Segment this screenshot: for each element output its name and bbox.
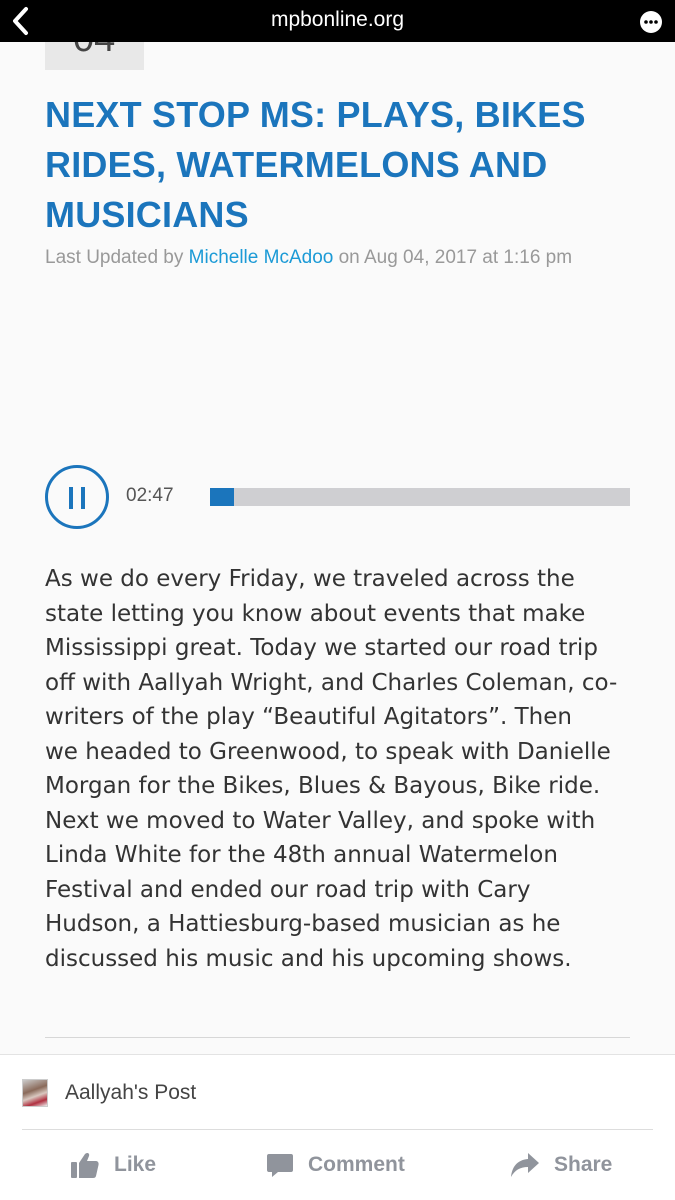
byline-date: on Aug 04, 2017 at 1:16 pm: [338, 247, 573, 268]
more-options-icon[interactable]: [639, 10, 663, 34]
body-line: Next we moved to Water Valley, and spoke…: [45, 807, 596, 834]
action-divider: [22, 1129, 653, 1130]
body-line: state letting you know about events that…: [45, 600, 586, 627]
article-title: NEXT STOP MS: PLAYS, BIKES RIDES, WATERM…: [45, 90, 645, 240]
post-author-thumbnail: [22, 1079, 48, 1107]
audio-elapsed-time: 02:47: [126, 485, 174, 506]
share-label: Share: [554, 1153, 613, 1176]
post-label: Aallyah's Post: [65, 1081, 197, 1104]
like-label: Like: [114, 1153, 157, 1176]
like-button[interactable]: Like: [70, 1150, 156, 1180]
body-line: As we do every Friday, we traveled acros…: [45, 566, 575, 592]
url-display[interactable]: mpbonline.org: [0, 8, 675, 32]
browser-top-bar: mpbonline.org: [0, 0, 675, 42]
body-line: we headed to Greenwood, to speak with Da…: [45, 738, 611, 765]
body-line: discussed his music and his upcoming sho…: [45, 945, 572, 972]
title-line: RIDES, WATERMELONS AND: [45, 144, 548, 185]
body-line: off with Aallyah Wright, and Charles Col…: [45, 669, 618, 696]
facebook-action-bar: Aallyah's Post Like Comment Share: [0, 1054, 675, 1200]
byline-prefix: Last Updated by: [45, 247, 184, 268]
pause-icon-bar: [81, 487, 85, 509]
title-line: NEXT STOP MS: PLAYS, BIKES: [45, 94, 586, 135]
share-button[interactable]: Share: [510, 1150, 612, 1180]
body-line: writers of the play “Beautiful Agitators…: [45, 704, 572, 730]
audio-player: 02:47: [45, 465, 630, 529]
audio-progress-track[interactable]: [210, 488, 630, 506]
date-badge: 04: [45, 42, 144, 70]
article-body: As we do every Friday, we traveled acros…: [45, 562, 635, 976]
share-arrow-icon: [511, 1153, 539, 1177]
body-line: Morgan for the Bikes, Blues & Bayous, Bi…: [45, 773, 601, 799]
pause-button[interactable]: [45, 465, 109, 529]
article-byline: Last Updated by Michelle McAdoo on Aug 0…: [45, 247, 572, 269]
body-line: Mississippi great. Today we started our …: [45, 635, 598, 661]
speech-bubble-icon: [267, 1154, 293, 1177]
date-badge-day: 04: [73, 42, 115, 61]
thumbs-up-icon: [71, 1152, 99, 1178]
comment-label: Comment: [308, 1153, 405, 1176]
title-line: MUSICIANS: [45, 194, 249, 235]
content-divider: [45, 1037, 630, 1038]
body-line: Festival and ended our road trip with Ca…: [45, 876, 531, 903]
author-link[interactable]: Michelle McAdoo: [189, 247, 334, 268]
body-line: Linda White for the 48th annual Watermel…: [45, 842, 558, 868]
comment-button[interactable]: Comment: [266, 1150, 405, 1180]
pause-icon-bar: [69, 487, 73, 509]
body-line: Hudson, a Hattiesburg-based musician as …: [45, 911, 561, 937]
audio-progress-fill: [210, 488, 235, 506]
